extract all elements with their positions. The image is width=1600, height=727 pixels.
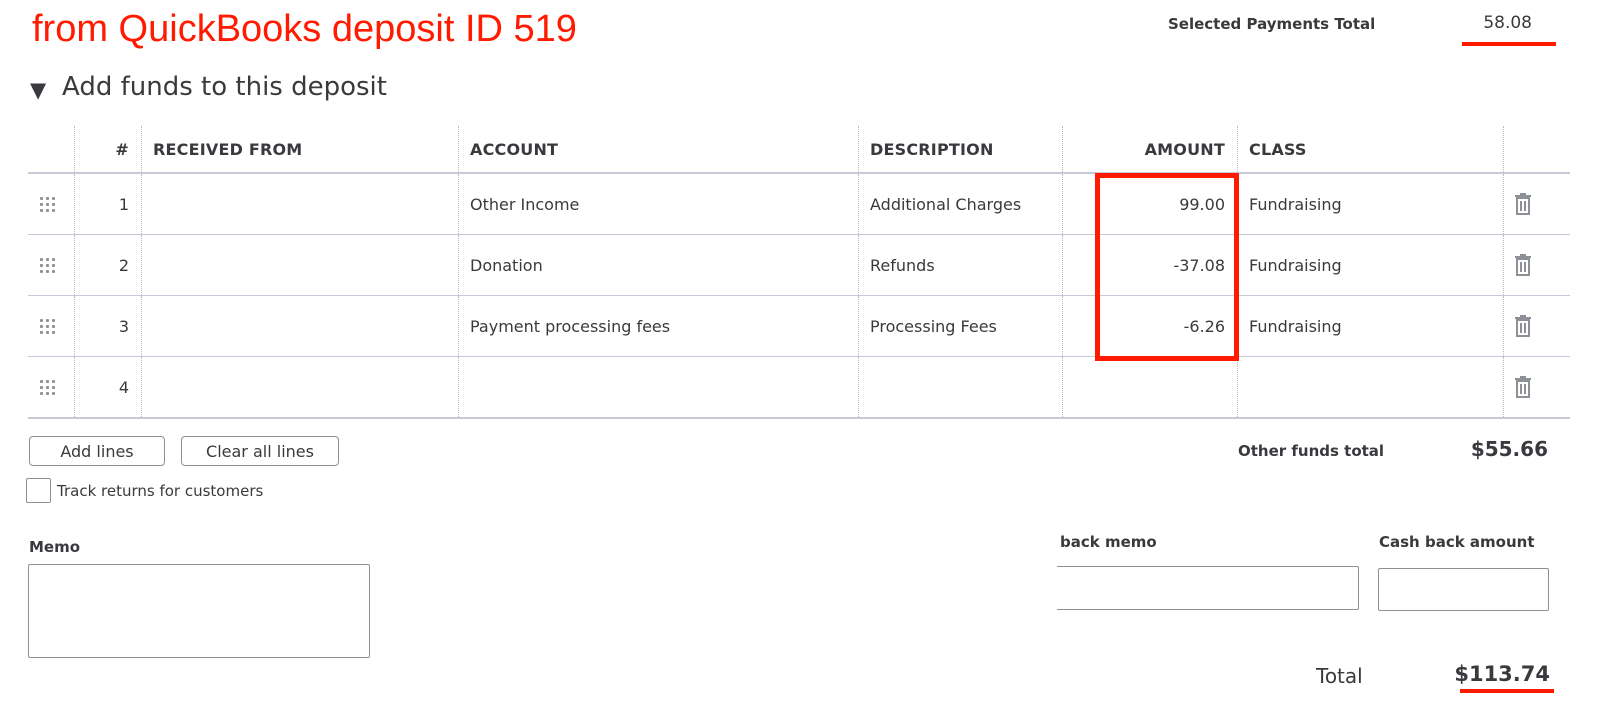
received-from-cell[interactable] xyxy=(141,296,458,356)
description-cell[interactable]: Processing Fees xyxy=(858,296,1062,356)
track-returns-checkbox[interactable] xyxy=(26,478,51,503)
row-number: 3 xyxy=(118,316,129,336)
drag-handle-icon[interactable] xyxy=(40,235,70,295)
triangle-down-icon[interactable]: ▼ xyxy=(30,78,46,102)
row-number: 2 xyxy=(118,255,129,275)
trash-icon[interactable] xyxy=(1514,357,1544,417)
table-header-row: # RECEIVED FROM ACCOUNT DESCRIPTION AMOU… xyxy=(28,126,1570,174)
total-underline-annotation xyxy=(1460,689,1554,693)
track-returns-label: Track returns for customers xyxy=(57,482,264,500)
trash-icon[interactable] xyxy=(1514,235,1544,295)
received-from-cell[interactable] xyxy=(141,174,458,234)
annotation-title: from QuickBooks deposit ID 519 xyxy=(32,8,577,50)
column-header-amount: AMOUNT xyxy=(1144,139,1225,159)
clear-all-lines-button[interactable]: Clear all lines xyxy=(181,436,339,466)
trash-icon[interactable] xyxy=(1514,296,1544,356)
class-cell[interactable]: Fundraising xyxy=(1237,296,1503,356)
other-funds-total-value: $55.66 xyxy=(1470,437,1548,461)
other-funds-total-label: Other funds total xyxy=(1238,442,1385,460)
total-value: $113.74 xyxy=(1454,662,1550,686)
description-cell[interactable] xyxy=(858,357,1062,417)
received-from-cell[interactable] xyxy=(141,235,458,295)
total-label: Total xyxy=(1316,664,1363,688)
row-number: 4 xyxy=(118,377,129,397)
table-row: 2 Donation Refunds -37.08 Fundraising xyxy=(28,235,1570,296)
received-from-cell[interactable] xyxy=(141,357,458,417)
section-title[interactable]: Add funds to this deposit xyxy=(62,72,387,102)
account-cell[interactable]: Payment processing fees xyxy=(458,296,858,356)
selected-payments-total-label: Selected Payments Total xyxy=(1168,15,1376,33)
column-header-description: DESCRIPTION xyxy=(870,139,994,159)
column-header-account: ACCOUNT xyxy=(470,139,559,159)
memo-label: Memo xyxy=(29,538,81,556)
table-row: 3 Payment processing fees Processing Fee… xyxy=(28,296,1570,357)
row-number: 1 xyxy=(118,194,129,214)
column-header-number: # xyxy=(115,139,129,159)
trash-icon[interactable] xyxy=(1514,174,1544,234)
memo-textarea[interactable] xyxy=(28,564,370,658)
account-cell[interactable]: Other Income xyxy=(458,174,858,234)
selected-payments-underline-annotation xyxy=(1462,42,1556,46)
drag-handle-icon[interactable] xyxy=(40,174,70,234)
add-lines-button[interactable]: Add lines xyxy=(29,436,165,466)
cash-back-amount-label: Cash back amount xyxy=(1379,533,1535,551)
class-cell[interactable]: Fundraising xyxy=(1237,174,1503,234)
cash-back-memo-input[interactable] xyxy=(1057,566,1359,610)
account-cell[interactable] xyxy=(458,357,858,417)
amount-highlight-annotation xyxy=(1095,173,1239,361)
amount-cell[interactable] xyxy=(1062,357,1237,417)
drag-handle-icon[interactable] xyxy=(40,357,70,417)
table-row: 4 xyxy=(28,357,1570,419)
description-cell[interactable]: Refunds xyxy=(858,235,1062,295)
drag-handle-icon[interactable] xyxy=(40,296,70,356)
cash-back-memo-label: back memo xyxy=(1060,533,1157,551)
class-cell[interactable] xyxy=(1237,357,1503,417)
table-row: 1 Other Income Additional Charges 99.00 … xyxy=(28,174,1570,235)
column-header-received-from: RECEIVED FROM xyxy=(153,139,303,159)
class-cell[interactable]: Fundraising xyxy=(1237,235,1503,295)
column-header-class: CLASS xyxy=(1249,139,1307,159)
selected-payments-total-value: 58.08 xyxy=(1483,13,1532,33)
cash-back-amount-input[interactable] xyxy=(1378,568,1549,611)
description-cell[interactable]: Additional Charges xyxy=(858,174,1062,234)
account-cell[interactable]: Donation xyxy=(458,235,858,295)
